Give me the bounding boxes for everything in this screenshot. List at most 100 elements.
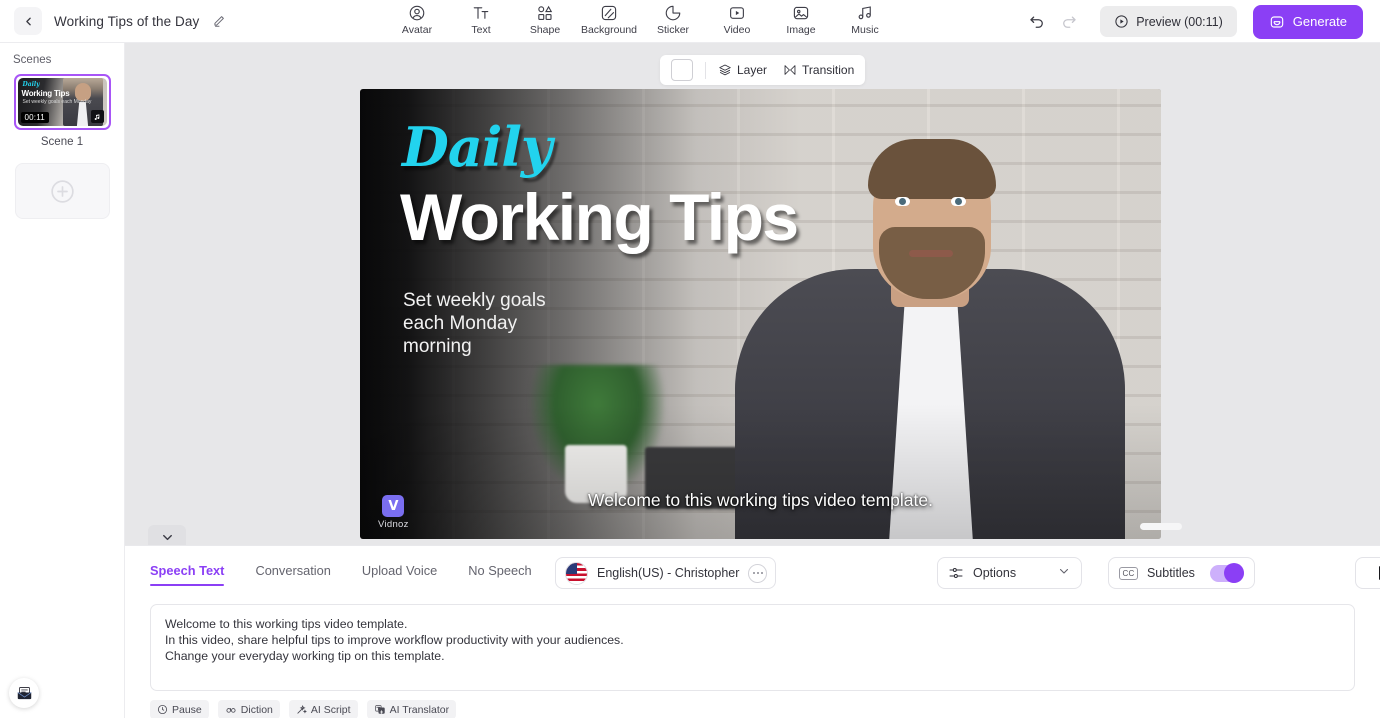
translate-icon — [374, 705, 385, 714]
tool-label: Sticker — [656, 24, 690, 36]
magic-wand-icon — [297, 705, 307, 714]
canvas-script-title[interactable]: Daily — [402, 115, 552, 179]
tool-label: Image — [786, 24, 816, 36]
shape-icon — [536, 3, 554, 22]
tool-text[interactable]: Text — [449, 0, 513, 36]
play-circle-icon — [1115, 15, 1128, 28]
stage-toolbar: Layer Transition — [660, 55, 866, 85]
diction-icon — [226, 708, 236, 713]
edit-title-button[interactable] — [212, 14, 226, 28]
options-dropdown[interactable]: Options — [937, 557, 1082, 589]
mail-chat-icon — [17, 686, 31, 699]
voice-selector[interactable]: English(US) - Christopher — [555, 557, 777, 589]
music-note-icon — [90, 110, 104, 123]
chip-label: AI Translator — [389, 703, 450, 716]
script-tools: Pause Diction AI Script AI Translator — [150, 700, 457, 718]
tab-speech-text[interactable]: Speech Text — [150, 563, 225, 586]
transition-button[interactable]: Transition — [783, 63, 854, 77]
voice-more-button[interactable] — [748, 563, 768, 583]
tool-label: Avatar — [401, 24, 433, 36]
redo-button[interactable] — [1056, 9, 1082, 35]
layer-button[interactable]: Layer — [718, 63, 767, 77]
tool-shape[interactable]: Shape — [513, 0, 577, 36]
voice-name: English(US) - Christopher — [597, 566, 740, 580]
generate-label: Generate — [1292, 14, 1347, 29]
tool-label: Text — [471, 24, 491, 36]
tool-avatar[interactable]: Avatar — [385, 0, 449, 36]
generate-button[interactable]: Generate — [1252, 4, 1363, 39]
chevron-down-icon — [162, 534, 172, 541]
music-icon — [856, 3, 874, 22]
player-controls[interactable]: 00:00 / 00:11 — [1355, 557, 1380, 589]
options-label: Options — [973, 566, 1017, 580]
chevron-left-icon — [25, 17, 31, 25]
tool-background[interactable]: Background — [577, 0, 641, 36]
canvas-subtitle: Welcome to this working tips video templ… — [588, 490, 933, 510]
pause-button[interactable]: Pause — [150, 700, 209, 718]
thumb-daily-text: Daily — [22, 81, 40, 88]
diction-button[interactable]: Diction — [217, 700, 280, 718]
tab-label: No Speech — [468, 563, 532, 578]
subtitles-control: CC Subtitles — [1108, 557, 1255, 589]
video-icon — [728, 3, 746, 22]
ai-translator-button[interactable]: AI Translator — [366, 700, 457, 718]
ai-script-button[interactable]: AI Script — [288, 700, 358, 718]
add-scene-button[interactable] — [14, 163, 110, 219]
background-icon — [600, 3, 618, 22]
image-icon — [792, 3, 810, 22]
speech-panel: Speech Text Conversation Upload Voice No… — [125, 545, 1380, 718]
tab-no-speech[interactable]: No Speech — [468, 563, 531, 586]
tool-sticker[interactable]: Sticker — [641, 0, 705, 36]
speech-tabs: Speech Text Conversation Upload Voice No… — [150, 563, 563, 586]
clock-icon — [157, 704, 168, 715]
scenes-panel: Scenes Daily Working Tips Set weekly goa… — [0, 43, 125, 718]
thumb-sub-text: Set weekly goals each Monday — [22, 99, 92, 105]
preview-label: Preview (00:11) — [1136, 14, 1223, 29]
chip-label: AI Script — [310, 703, 351, 716]
tab-conversation[interactable]: Conversation — [255, 563, 330, 586]
cc-badge-icon: CC — [1119, 566, 1138, 580]
redo-arrow-icon — [1063, 15, 1076, 28]
pencil-icon — [214, 16, 225, 27]
top-bar: Working Tips of the Day Avatar Text Shap… — [0, 0, 1380, 43]
top-right-actions: Preview (00:11) Generate — [1024, 0, 1380, 43]
subtitles-label: Subtitles — [1146, 566, 1195, 580]
tool-label: Shape — [529, 24, 561, 36]
scene-thumbnail-preview: Daily Working Tips Set weekly goals each… — [17, 78, 107, 126]
color-swatch-button[interactable] — [671, 59, 693, 81]
layer-label: Layer — [737, 63, 768, 77]
tool-strip: Avatar Text Shape Background Sticker Vid… — [385, 0, 897, 43]
thumb-title-text: Working Tips — [21, 89, 70, 98]
canvas-body-text[interactable]: Set weekly goals each Monday morning — [403, 289, 546, 358]
script-textarea[interactable]: Welcome to this working tips video templ… — [150, 604, 1355, 691]
preview-button[interactable]: Preview (00:11) — [1100, 6, 1237, 37]
sticker-icon — [664, 3, 682, 22]
transition-label: Transition — [802, 63, 855, 77]
video-canvas[interactable]: Daily Working Tips Set weekly goals each… — [360, 89, 1161, 539]
back-button[interactable] — [14, 7, 42, 35]
undo-arrow-icon — [1030, 15, 1044, 28]
tab-upload-voice[interactable]: Upload Voice — [362, 563, 437, 586]
tab-label: Speech Text — [150, 563, 225, 578]
transition-icon — [784, 65, 796, 75]
script-line-2: In this video, share helpful tips to imp… — [165, 633, 624, 648]
generate-icon — [1270, 15, 1284, 28]
canvas-scrollbar[interactable] — [1140, 523, 1182, 530]
layers-icon — [719, 64, 731, 76]
us-flag-icon — [565, 561, 588, 585]
tool-video[interactable]: Video — [705, 0, 769, 36]
undo-button[interactable] — [1024, 9, 1050, 35]
canvas-headline[interactable]: Working Tips — [400, 184, 799, 250]
tool-music[interactable]: Music — [833, 0, 897, 36]
editor-stage: Layer Transition Daily Working Tips Set … — [125, 43, 1380, 550]
subtitles-toggle[interactable] — [1210, 563, 1244, 583]
scene-duration-badge: 00:11 — [20, 112, 49, 123]
script-line-3: Change your everyday working tip on this… — [165, 649, 445, 664]
tool-label: Music — [851, 24, 879, 36]
tool-image[interactable]: Image — [769, 0, 833, 36]
sliders-icon — [949, 568, 963, 578]
support-chat-button[interactable] — [9, 678, 39, 708]
scene-thumbnail-1[interactable]: Daily Working Tips Set weekly goals each… — [13, 74, 111, 130]
chip-label: Diction — [240, 703, 273, 716]
app-root: Working Tips of the Day Avatar Text Shap… — [0, 0, 1380, 718]
